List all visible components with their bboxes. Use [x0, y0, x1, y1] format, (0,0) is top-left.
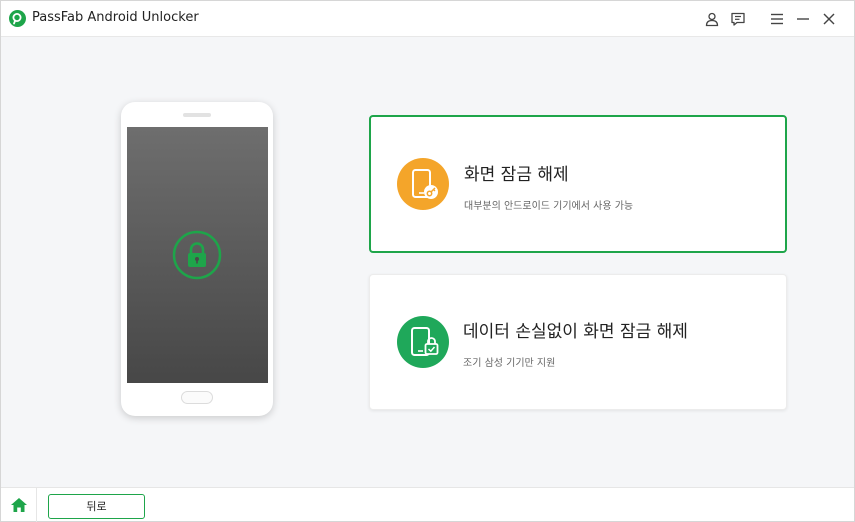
footer-bar: 뒤로 [1, 487, 854, 522]
phone-home-button [181, 391, 213, 404]
feedback-icon[interactable] [730, 11, 746, 27]
minimize-icon[interactable] [795, 11, 811, 27]
menu-icon[interactable] [769, 11, 785, 27]
lock-icon [172, 230, 222, 280]
app-title: PassFab Android Unlocker [32, 10, 199, 25]
phone-screen [127, 127, 268, 383]
option-card-unlock-without-data-loss[interactable]: 데이터 손실없이 화면 잠금 해제 조기 삼성 기기만 지원 [369, 274, 787, 410]
option-description: 대부분의 안드로이드 기기에서 사용 가능 [464, 201, 634, 212]
option-description: 조기 삼성 기기만 지원 [463, 358, 556, 369]
back-button[interactable]: 뒤로 [48, 494, 145, 519]
close-icon[interactable] [821, 11, 837, 27]
passfab-logo-icon [9, 10, 26, 27]
account-icon[interactable] [704, 11, 720, 27]
phone-lock-icon [397, 316, 449, 368]
option-title: 화면 잠금 해제 [464, 165, 569, 185]
phone-key-icon [397, 158, 449, 210]
phone-speaker [183, 113, 211, 117]
home-icon [11, 498, 27, 512]
phone-illustration [121, 102, 273, 416]
option-card-unlock-screen[interactable]: 화면 잠금 해제 대부분의 안드로이드 기기에서 사용 가능 [369, 115, 787, 253]
app-window: PassFab Android Unlocker 화면 잠금 해제 대부분의 안… [0, 0, 855, 522]
home-button[interactable] [1, 488, 37, 522]
title-bar: PassFab Android Unlocker [1, 1, 854, 37]
option-title: 데이터 손실없이 화면 잠금 해제 [463, 322, 688, 342]
